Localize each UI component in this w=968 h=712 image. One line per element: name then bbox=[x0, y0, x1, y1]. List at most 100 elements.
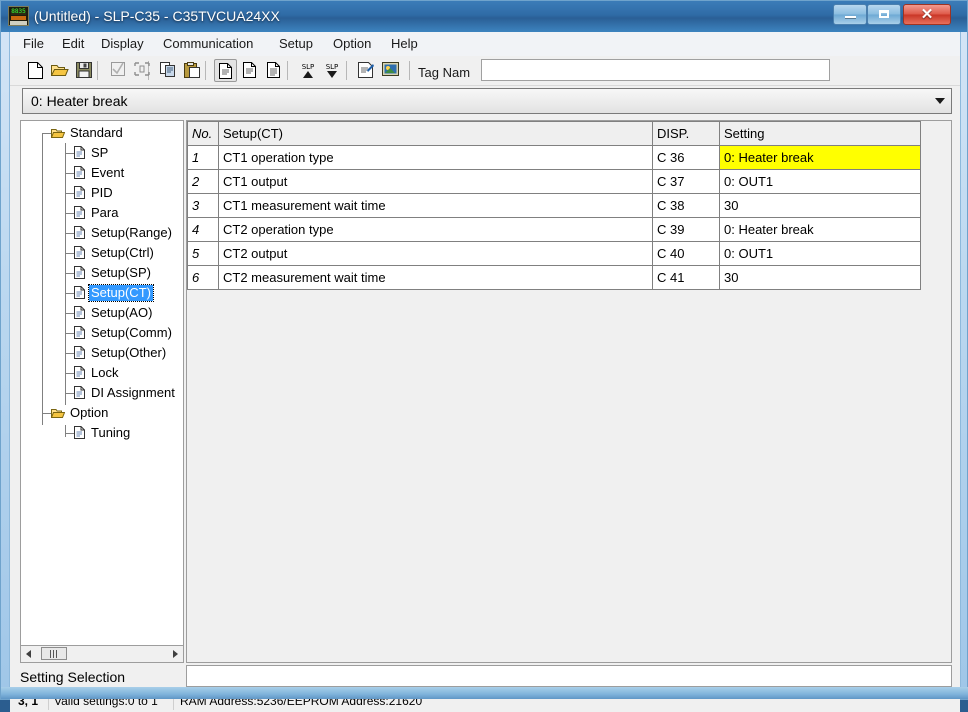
cell-no: 3 bbox=[187, 193, 219, 218]
scroll-left-icon[interactable] bbox=[21, 646, 37, 661]
page-icon bbox=[74, 186, 87, 200]
app-icon-bar-light bbox=[10, 21, 27, 25]
table-row[interactable]: 2 CT1 output C 37 0: OUT1 bbox=[187, 169, 921, 194]
column-header-name[interactable]: Setup(CT) bbox=[218, 121, 653, 146]
menu-display[interactable]: Display bbox=[96, 35, 149, 53]
tree-item-para[interactable]: Para bbox=[21, 203, 183, 223]
app-icon-bar-orange bbox=[11, 16, 26, 20]
save-icon bbox=[75, 62, 92, 78]
save-button[interactable] bbox=[72, 59, 95, 82]
column-header-setting[interactable]: Setting bbox=[719, 121, 921, 146]
table-row[interactable]: 6 CT2 measurement wait time C 41 30 bbox=[187, 265, 921, 290]
tree-horizontal-scrollbar[interactable] bbox=[20, 646, 184, 663]
menu-communication[interactable]: Communication bbox=[158, 35, 258, 53]
tree-line bbox=[42, 413, 51, 414]
menu-option[interactable]: Option bbox=[328, 35, 376, 53]
doc-next-button[interactable] bbox=[238, 59, 261, 82]
scrollbar-thumb[interactable] bbox=[41, 647, 67, 660]
cell-setting[interactable]: 0: Heater break bbox=[719, 217, 921, 242]
tree-item-pid[interactable]: PID bbox=[21, 183, 183, 203]
cell-setting[interactable]: 30 bbox=[719, 193, 921, 218]
table-row[interactable]: 1 CT1 operation type C 36 0: Heater brea… bbox=[187, 145, 921, 170]
tree-item-label-selected: Setup(CT) bbox=[88, 284, 154, 302]
slp-download-button[interactable]: SLP bbox=[320, 59, 343, 82]
doc-current-button[interactable] bbox=[214, 59, 237, 82]
minimize-button[interactable] bbox=[833, 4, 867, 25]
setting-value-combobox[interactable]: 0: Heater break bbox=[22, 88, 952, 114]
cell-setting[interactable]: 0: OUT1 bbox=[719, 241, 921, 266]
setting-selection-label: Setting Selection bbox=[20, 669, 126, 685]
tree-item-label: Setup(Ctrl) bbox=[91, 245, 154, 260]
page-icon bbox=[74, 146, 87, 160]
tree-item-sp[interactable]: SP bbox=[21, 143, 183, 163]
cell-setting[interactable]: 0: OUT1 bbox=[719, 169, 921, 194]
cell-no: 4 bbox=[187, 217, 219, 242]
tree-item-setup-ao[interactable]: Setup(AO) bbox=[21, 303, 183, 323]
menu-help[interactable]: Help bbox=[386, 35, 423, 53]
cell-disp: C 36 bbox=[652, 145, 720, 170]
client-area: File Edit Display Communication Setup Op… bbox=[9, 32, 961, 712]
doc-list-button[interactable] bbox=[262, 59, 285, 82]
page-icon bbox=[74, 246, 87, 260]
tree-item-label: SP bbox=[91, 145, 109, 160]
setting-selection-field[interactable] bbox=[186, 665, 952, 687]
tree-item-label: DI Assignment bbox=[91, 385, 175, 400]
table-row[interactable]: 3 CT1 measurement wait time C 38 30 bbox=[187, 193, 921, 218]
tree-line bbox=[65, 233, 74, 234]
tree-item-label: Setup(SP) bbox=[91, 265, 151, 280]
select-area-button[interactable] bbox=[130, 59, 153, 82]
cell-setting[interactable]: 30 bbox=[719, 265, 921, 290]
properties-button[interactable] bbox=[355, 59, 378, 82]
menu-file[interactable]: File bbox=[18, 35, 49, 53]
tree-item-tuning[interactable]: Tuning bbox=[21, 423, 183, 443]
tree-item-option[interactable]: Option bbox=[21, 403, 183, 423]
menu-edit[interactable]: Edit bbox=[57, 35, 89, 53]
tree-item-setup-range[interactable]: Setup(Range) bbox=[21, 223, 183, 243]
check-icon bbox=[110, 62, 125, 76]
toolbar-separator bbox=[205, 61, 206, 80]
paste-button[interactable] bbox=[181, 59, 204, 82]
tree-item-setup-ctrl[interactable]: Setup(Ctrl) bbox=[21, 243, 183, 263]
cell-no: 1 bbox=[187, 145, 219, 170]
tree-line bbox=[65, 313, 74, 314]
tree-item-di-assignment[interactable]: DI Assignment bbox=[21, 383, 183, 403]
check-button[interactable] bbox=[106, 59, 129, 82]
page-icon bbox=[74, 266, 87, 280]
page-icon bbox=[74, 206, 87, 220]
scroll-right-icon[interactable] bbox=[167, 646, 183, 661]
tree-item-setup-sp[interactable]: Setup(SP) bbox=[21, 263, 183, 283]
tree-item-label: Setup(Comm) bbox=[91, 325, 172, 340]
settings-grid-panel[interactable]: No. Setup(CT) DISP. Setting 1 CT1 operat… bbox=[186, 120, 952, 663]
close-button[interactable]: ✕ bbox=[903, 4, 951, 25]
tree-item-setup-ct[interactable]: Setup(CT) bbox=[21, 283, 183, 303]
table-row[interactable]: 5 CT2 output C 40 0: OUT1 bbox=[187, 241, 921, 266]
doc-current-icon bbox=[219, 63, 232, 79]
page-icon bbox=[74, 226, 87, 240]
monitor-button[interactable] bbox=[379, 59, 402, 82]
cell-setting-selected[interactable]: 0: Heater break bbox=[719, 145, 921, 170]
chevron-down-icon[interactable] bbox=[935, 98, 945, 104]
cell-disp: C 38 bbox=[652, 193, 720, 218]
table-row[interactable]: 4 CT2 operation type C 39 0: Heater brea… bbox=[187, 217, 921, 242]
page-icon bbox=[74, 386, 87, 400]
tree-item-setup-other[interactable]: Setup(Other) bbox=[21, 343, 183, 363]
column-header-disp[interactable]: DISP. bbox=[652, 121, 720, 146]
doc-list-icon bbox=[267, 62, 280, 78]
navigation-tree-panel[interactable]: Standard SP Event PID Para Setup(Range) … bbox=[20, 120, 184, 646]
cell-name: CT2 output bbox=[218, 241, 653, 266]
tree-item-event[interactable]: Event bbox=[21, 163, 183, 183]
tree-item-standard[interactable]: Standard bbox=[21, 123, 183, 143]
copy-button[interactable] bbox=[157, 59, 180, 82]
new-button[interactable] bbox=[24, 59, 47, 82]
menu-setup[interactable]: Setup bbox=[274, 35, 318, 53]
slp-upload-button[interactable]: SLP bbox=[296, 59, 319, 82]
cell-no: 2 bbox=[187, 169, 219, 194]
title-bar[interactable]: 8835 (Untitled) - SLP-C35 - C35TVCUA24XX… bbox=[1, 1, 967, 32]
maximize-button[interactable] bbox=[867, 4, 901, 25]
tree-item-setup-comm[interactable]: Setup(Comm) bbox=[21, 323, 183, 343]
cell-no: 6 bbox=[187, 265, 219, 290]
open-button[interactable] bbox=[48, 59, 71, 82]
tree-item-lock[interactable]: Lock bbox=[21, 363, 183, 383]
column-header-no[interactable]: No. bbox=[187, 121, 219, 146]
tag-name-input[interactable] bbox=[481, 59, 830, 81]
